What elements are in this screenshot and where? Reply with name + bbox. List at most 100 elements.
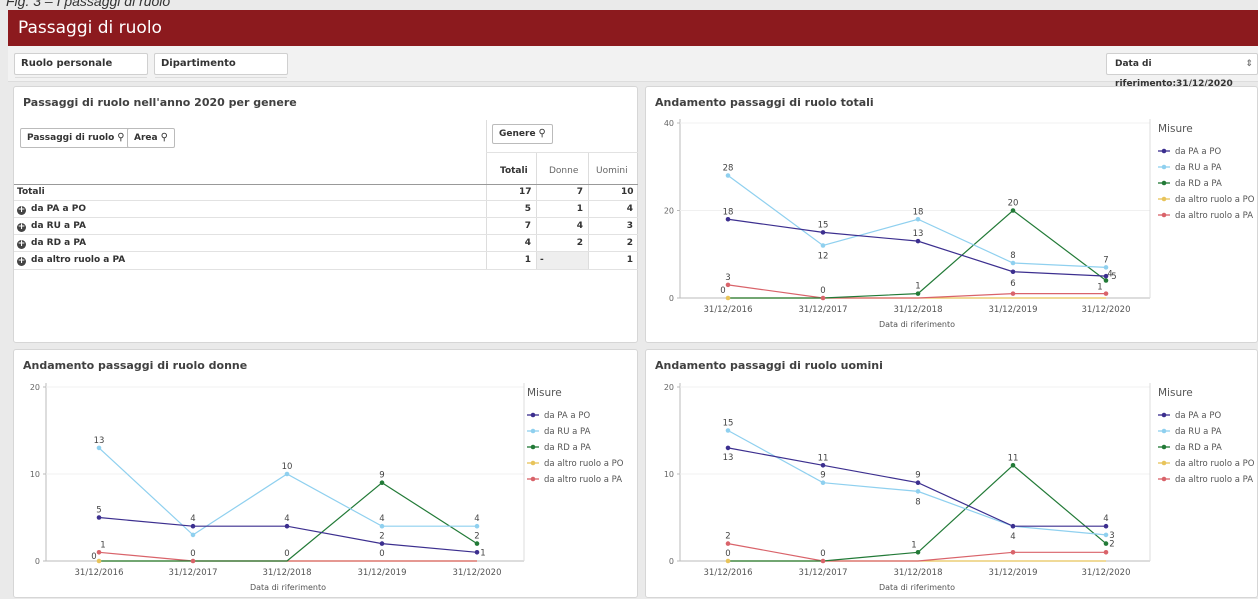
data-label: 5 [1111,272,1116,282]
data-point [1103,291,1109,296]
data-point [725,428,731,433]
chart-totali: 0 20 40 31/12/2016 31/12/2017 31/12/2018 31/12… [664,119,1255,329]
data-label: 4 [474,514,479,524]
data-label: 18 [723,207,734,217]
data-label: 1 [915,282,920,292]
data-point [474,550,480,555]
x-tick-label: 31/12/2017 [799,305,848,315]
total-row-label: Totali [17,187,45,197]
data-point [190,558,196,564]
data-point [1010,550,1016,555]
data-point [96,550,102,555]
legend-entry: da PA a PO [1175,411,1221,421]
legend-entry: da PA a PO [544,411,590,421]
x-tick-label: 31/12/2016 [704,305,753,315]
data-point [379,480,385,485]
x-tick-label: 31/12/2018 [894,568,943,578]
filter-dipartimento[interactable]: Dipartimento [154,53,288,78]
data-label: 4 [379,514,384,524]
data-label: 15 [723,419,734,429]
cell-value: 4 [524,238,531,248]
column-header-donne[interactable]: Donne [549,166,578,176]
data-point [820,295,826,301]
x-tick-label: 31/12/2018 [894,305,943,315]
data-label: 13 [94,436,105,446]
data-point [1103,523,1109,529]
data-point [820,230,826,235]
data-label: 11 [1008,453,1019,463]
plus-circle-icon[interactable]: + [17,206,26,215]
divider [486,152,638,153]
data-point [96,515,102,520]
legend-entry: da RD a PA [544,443,591,453]
legend-entry: da PA a PO [1175,147,1221,157]
legend-swatch-dot [530,460,536,466]
cell-value: 3 [626,221,633,231]
data-point [725,173,731,178]
data-point [820,480,826,485]
x-tick-label: 31/12/2016 [75,568,124,578]
cell-value: 4 [626,204,633,214]
legend-swatch-dot [1161,476,1167,482]
x-tick-label: 31/12/2017 [799,568,848,578]
data-point [820,463,826,468]
data-point [1103,541,1109,546]
data-label: 0 [284,549,289,559]
data-label: 3 [1109,531,1114,541]
date-reference-selector[interactable]: Data di riferimento:31/12/2020 ⇕ [1106,53,1258,89]
legend-swatch-dot [530,476,536,482]
data-label: 13 [723,453,734,463]
measure-button-genere[interactable]: Genere ⚲ [492,124,553,144]
x-tick-label: 31/12/2019 [989,568,1038,578]
divider [14,269,638,270]
divider [14,200,638,201]
data-label: 4 [284,514,289,524]
legend-entry: da RD a PA [1175,179,1222,189]
data-point [1010,208,1016,213]
data-point [96,445,102,451]
legend-swatch-dot [530,412,536,418]
dim-button-area[interactable]: Area ⚲ [127,128,175,148]
cell-value: 2 [626,238,633,248]
data-label: 1 [480,548,485,558]
data-point [725,445,731,451]
data-point [1010,463,1016,468]
data-point [1103,265,1109,270]
data-label: 8 [1010,251,1015,261]
data-label: 12 [818,252,829,262]
spinner-arrows-icon[interactable]: ⇕ [1245,54,1253,74]
x-tick-label: 31/12/2018 [263,568,312,578]
filter-ruolo-personale[interactable]: Ruolo personale [14,53,148,78]
data-label: 28 [723,164,734,174]
series-line [727,175,1107,268]
plus-circle-icon[interactable]: + [17,240,26,249]
data-label: 3 [725,273,730,283]
divider [588,152,589,270]
plus-circle-icon[interactable]: + [17,223,26,232]
legend-title: Misure [1158,123,1193,135]
data-point [96,558,102,564]
legend-swatch-dot [1161,164,1167,170]
plus-circle-icon[interactable]: + [17,257,26,266]
y-tick-label: 10 [664,470,674,479]
legend-entry: da altro ruolo a PO [1175,195,1255,205]
dim-button-label: Passaggi di ruolo [27,133,115,143]
cell-value: 2 [576,238,583,248]
data-label: 0 [190,549,195,559]
data-label: 18 [913,207,924,217]
column-header-uomini[interactable]: Uomini [596,166,628,176]
data-label: 0 [379,549,384,559]
data-label: 0 [725,549,730,559]
legend-swatch-dot [1161,180,1167,186]
data-point [915,291,921,296]
x-tick-label: 31/12/2020 [1082,305,1131,315]
chart-donne: 0102031/12/2016 31/12/2017 31/12/2018 31/12… [30,383,624,592]
legend-swatch-dot [1161,460,1167,466]
row-label: da PA a PO [31,204,86,214]
divider [14,184,638,185]
legend-swatch-dot [1161,412,1167,418]
row-label: da altro ruolo a PA [31,255,126,265]
dim-button-passaggi[interactable]: Passaggi di ruolo ⚲ [20,128,132,148]
legend-entry: da altro ruolo a PO [544,459,624,469]
column-header-totali[interactable]: Totali [500,166,528,176]
